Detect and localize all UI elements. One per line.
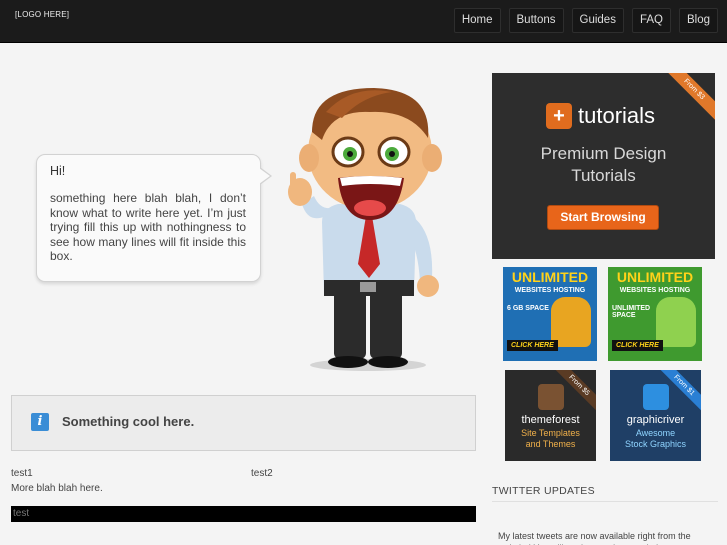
brand-name: tutorials	[578, 103, 656, 128]
hosting-ad-feature: 6 GB SPACE	[507, 305, 549, 312]
hosting-ad-title: UNLIMITED	[616, 269, 694, 285]
site-logo[interactable]: [LOGO HERE]	[15, 10, 69, 19]
graphicriver-subtitle: Awesome Stock Graphics	[610, 428, 701, 450]
bubble-greeting: Hi!	[50, 164, 66, 178]
nav-guides[interactable]: Guides	[571, 8, 624, 33]
graphicriver-ad[interactable]: From $1 graphicriver Awesome Stock Graph…	[610, 370, 701, 461]
graphicriver-name: graphicriver	[626, 414, 685, 426]
top-navbar: [LOGO HERE] Home Buttons Guides FAQ Blog	[0, 0, 727, 43]
column-test1-text: More blah blah here.	[11, 483, 103, 494]
hosting-ad-6gb[interactable]: UNLIMITED WEBSITES HOSTING 6 GB SPACE CL…	[503, 267, 597, 361]
info-callout: i Something cool here.	[11, 395, 476, 451]
themeforest-leaf-icon	[538, 384, 564, 410]
tagline-line-2: Tutorials	[571, 166, 636, 185]
hosting-ad-subtitle: WEBSITES HOSTING	[619, 287, 691, 294]
nav-buttons[interactable]: Buttons	[508, 8, 564, 33]
graphicriver-sub-2: Stock Graphics	[624, 439, 687, 449]
twitter-updates-heading: TWITTER UPDATES	[492, 485, 595, 497]
nav-blog[interactable]: Blog	[678, 8, 718, 33]
column-test2-title: test2	[251, 468, 273, 479]
divider	[492, 501, 718, 502]
hosting-ad-click-here[interactable]: CLICK HERE	[612, 340, 663, 351]
column-test1-title: test1	[11, 468, 33, 479]
plus-logo-icon: +	[546, 103, 572, 129]
bubble-message: something here blah blah, I don’t know w…	[50, 191, 246, 264]
twitter-update-text: My latest tweets are now available right…	[498, 531, 691, 545]
banner-tagline: Premium Design Tutorials	[492, 143, 715, 187]
hosting-ad-click-here[interactable]: CLICK HERE	[507, 340, 558, 351]
tagline-line-1: Premium Design	[540, 144, 667, 163]
themeforest-name: themeforest	[521, 414, 580, 426]
hosting-ad-unlimited[interactable]: UNLIMITED WEBSITES HOSTING UNLIMITED SPA…	[608, 267, 702, 361]
price-ribbon: From $3	[657, 73, 715, 126]
themeforest-ad[interactable]: From $5 themeforest Site Templates and T…	[505, 370, 596, 461]
hosting-ad-feature: UNLIMITED SPACE	[612, 305, 651, 319]
graphicriver-sub-1: Awesome	[635, 428, 676, 438]
nav-faq[interactable]: FAQ	[631, 8, 671, 33]
main-nav: Home Buttons Guides FAQ Blog	[453, 8, 718, 33]
themeforest-sub-1: Site Templates	[521, 428, 580, 438]
businessman-mascot-illustration	[288, 88, 442, 371]
tutorials-banner-ad[interactable]: From $3 + tutorials Premium Design Tutor…	[492, 73, 715, 259]
start-browsing-button[interactable]: Start Browsing	[547, 205, 659, 230]
hosting-ad-title: UNLIMITED	[511, 269, 589, 285]
themeforest-subtitle: Site Templates and Themes	[505, 428, 596, 450]
black-test-bar: test	[11, 506, 476, 522]
nav-home[interactable]: Home	[453, 8, 501, 33]
hosting-ad-subtitle: WEBSITES HOSTING	[514, 287, 586, 294]
tutorials-brand: + tutorials	[546, 103, 655, 129]
column-test2: test2	[251, 466, 273, 481]
info-callout-text: Something cool here.	[62, 414, 195, 429]
column-test1: test1 More blah blah here.	[11, 466, 103, 496]
speech-bubble: Hi! something here blah blah, I don’t kn…	[36, 154, 272, 282]
themeforest-sub-2: and Themes	[525, 439, 576, 449]
info-icon: i	[31, 413, 49, 431]
graphicriver-drop-icon	[643, 384, 669, 410]
